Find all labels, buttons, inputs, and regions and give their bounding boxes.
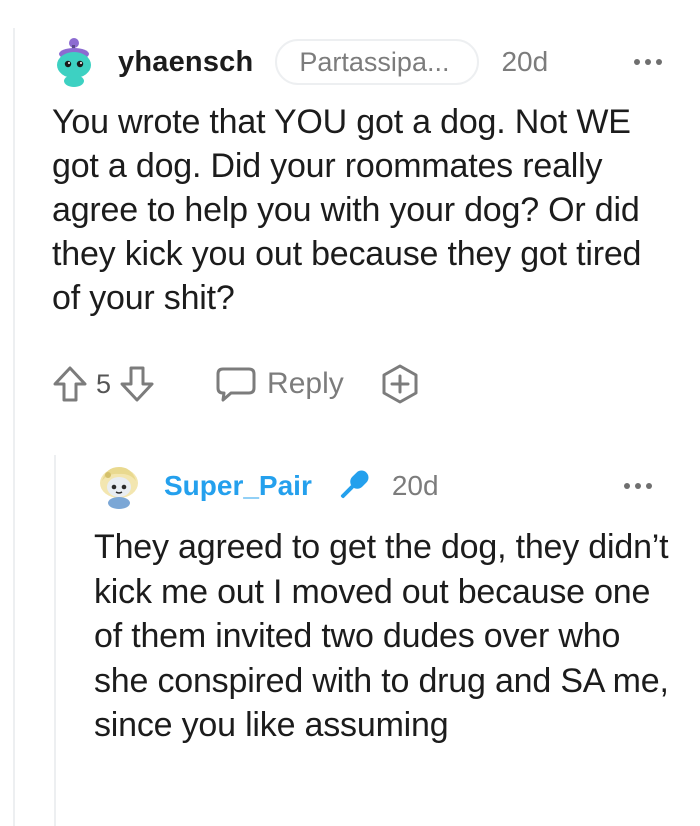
more-options-icon [634, 59, 662, 65]
thread-line[interactable] [13, 28, 15, 826]
comment-header: yhaensch Partassipa... 20d [52, 37, 662, 87]
upvote-arrow-icon [53, 366, 87, 402]
award-button[interactable] [378, 362, 422, 406]
reply-username[interactable]: Super_Pair [164, 470, 312, 502]
reply-thread-line[interactable] [54, 455, 56, 826]
microphone-icon [340, 470, 369, 499]
user-badge [330, 463, 376, 509]
more-options-button[interactable] [634, 37, 662, 87]
snoo-avatar-icon [57, 38, 91, 87]
avatar[interactable] [52, 37, 98, 87]
downvote-arrow-icon [120, 366, 154, 402]
comment-timestamp: 20d [501, 46, 549, 77]
comment-body: You wrote that YOU got a dog. Not WE got… [52, 103, 642, 317]
reply-avatar[interactable] [96, 463, 142, 509]
downvote-button[interactable] [117, 362, 157, 406]
reply-body: They agreed to get the dog, they didn’t … [94, 528, 669, 744]
upvote-button[interactable] [50, 362, 90, 406]
comment-username[interactable]: yhaensch [118, 46, 253, 79]
reply-button[interactable]: Reply [215, 366, 344, 402]
chat-bubble-icon [216, 367, 256, 402]
reply-more-options-button[interactable] [624, 462, 652, 510]
reply-header: Super_Pair 20d [96, 462, 652, 510]
more-options-icon [624, 483, 652, 489]
award-plus-icon [382, 364, 418, 404]
reply-timestamp: 20d [391, 470, 439, 501]
reply-label: Reply [267, 367, 344, 400]
comment-action-bar: 5 Reply [50, 362, 422, 406]
user-flair[interactable]: Partassipa... [275, 39, 480, 85]
vote-score: 5 [96, 368, 112, 399]
snoo-avatar-icon [100, 467, 138, 509]
